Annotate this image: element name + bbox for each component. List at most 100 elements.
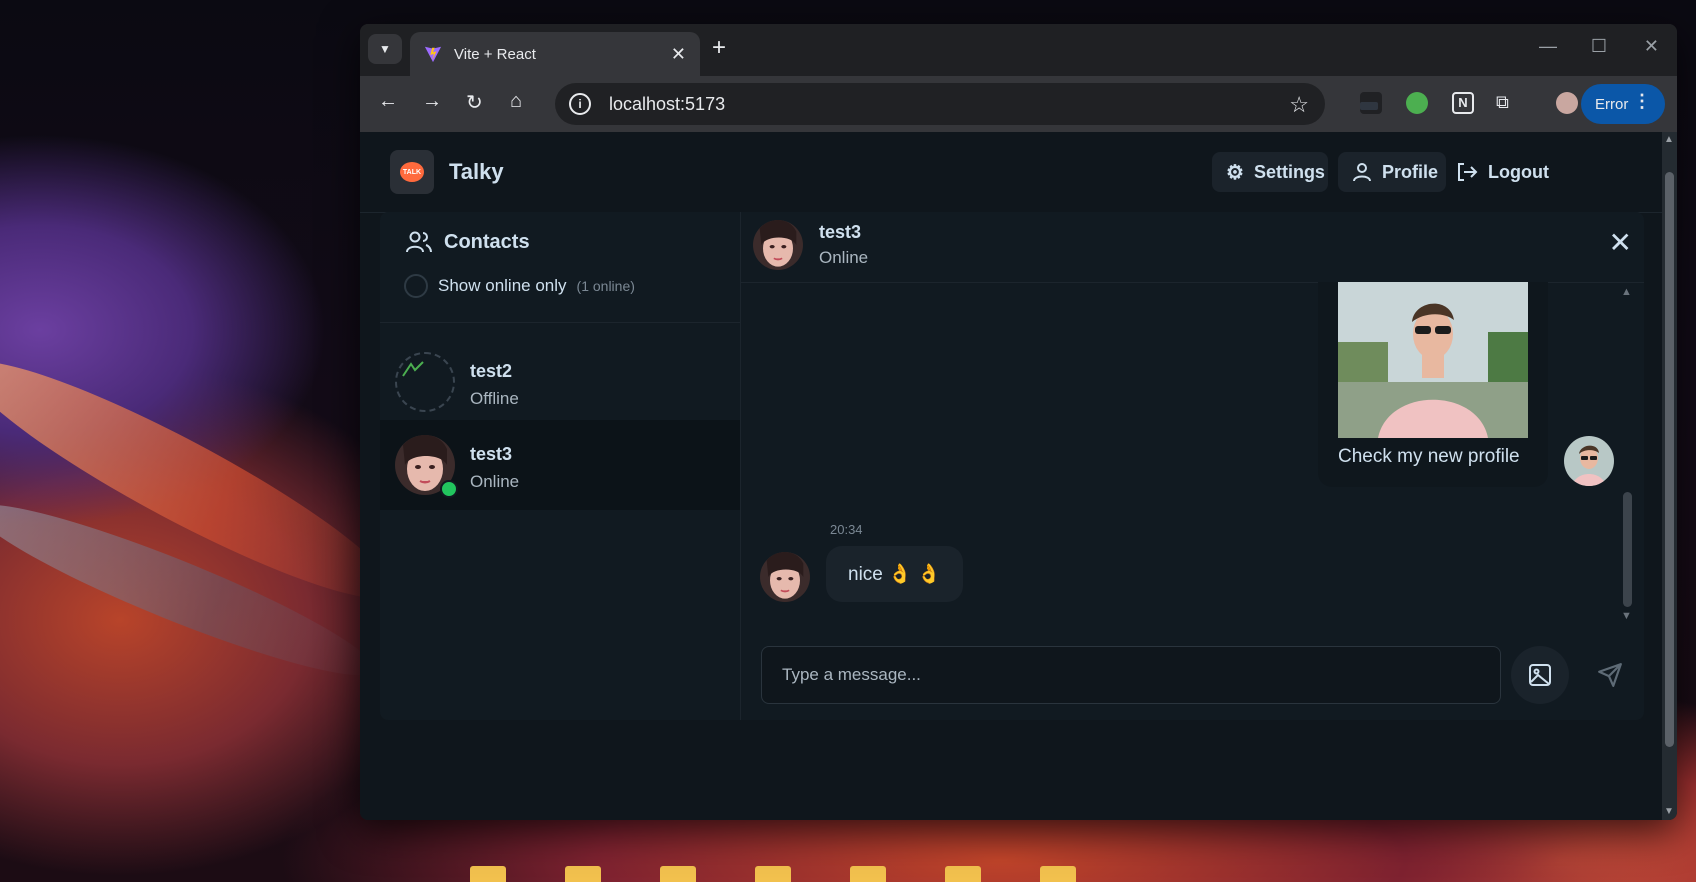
online-filter[interactable]: Show online only (1 online) [404,274,635,298]
bookmark-star-icon[interactable]: ☆ [1289,92,1309,118]
message-list: Check my new profile 20:34 nice 👌 👌 [741,282,1644,622]
vite-icon [424,46,442,63]
image-icon [1529,664,1551,686]
message-bubble-sent: Check my new profile [1318,282,1548,487]
scrollbar-thumb[interactable] [1623,492,1632,607]
chat-container: Contacts Show online only (1 online) tes… [380,212,1644,720]
message-text: nice 👌 👌 [848,564,941,585]
avatar [753,220,803,270]
new-tab-button[interactable]: + [712,34,726,62]
browser-tab[interactable]: Vite + React ✕ [410,32,700,76]
back-icon[interactable]: ← [378,90,398,113]
app-header: TALK Talky ⚙ Settings Profile Logout [360,132,1662,213]
logout-label: Logout [1488,161,1549,182]
folder-icon[interactable] [470,866,506,882]
attach-image-button[interactable] [1511,646,1569,704]
avatar [395,352,455,412]
extension-icon[interactable] [1360,92,1382,114]
scrollbar-thumb[interactable] [1665,172,1674,747]
avatar [1564,436,1614,486]
folder-icon[interactable] [850,866,886,882]
tab-strip: ▼ Vite + React ✕ + — ☐ ✕ [360,24,1677,76]
face-illustration [760,552,810,602]
contacts-sidebar: Contacts Show online only (1 online) tes… [380,212,741,720]
scroll-down-arrow-icon[interactable]: ▼ [1621,610,1632,622]
online-indicator [440,480,458,498]
browser-window: ▼ Vite + React ✕ + — ☐ ✕ ← → ↻ ⌂ i local… [360,24,1677,820]
minimize-icon[interactable]: — [1539,36,1557,57]
avatar [760,552,810,602]
logo-bubble-icon: TALK [400,162,424,182]
folder-icon[interactable] [565,866,601,882]
forward-icon[interactable]: → [422,90,442,113]
chat-panel: test3 Online ✕ Check my new profile 20:3… [741,212,1644,720]
contact-name: test3 [470,444,513,464]
page-scrollbar[interactable]: ▲ ▼ [1662,132,1677,820]
address-bar[interactable]: i localhost:5173 ☆ [555,83,1325,125]
folder-icon[interactable] [660,866,696,882]
profile-photo [1338,282,1528,438]
error-button[interactable]: Error ⋮ [1581,84,1665,124]
web-page: TALK Talky ⚙ Settings Profile Logout Con… [360,132,1662,820]
user-icon [1353,163,1371,182]
message-input[interactable] [761,646,1501,704]
message-image[interactable] [1338,282,1528,438]
chat-contact-status: Online [819,248,869,267]
scroll-down-arrow-icon[interactable]: ▼ [1664,806,1674,817]
notion-icon[interactable]: N [1452,92,1474,114]
tab-search-button[interactable]: ▼ [368,34,402,64]
profile-button[interactable]: Profile [1338,152,1446,192]
scroll-up-arrow-icon[interactable]: ▲ [1664,134,1674,145]
contact-name: test2 [470,361,513,381]
online-filter-checkbox[interactable] [404,274,428,298]
logout-icon [1458,163,1478,181]
online-filter-label: Show online only [438,276,567,295]
close-icon[interactable]: ✕ [1609,226,1632,259]
url-text: localhost:5173 [609,93,726,114]
folder-icon[interactable] [945,866,981,882]
message-text: Check my new profile [1338,446,1520,467]
app-logo[interactable]: TALK [390,150,434,194]
contacts-title: Contacts [444,230,530,253]
site-info-icon[interactable]: i [569,93,591,115]
contact-status: Offline [470,389,519,408]
brand-name: Talky [449,159,504,184]
chat-scrollbar[interactable]: ▲ ▼ [1620,282,1634,622]
chat-contact-name: test3 [819,222,862,242]
add-extension-icon[interactable] [1406,92,1428,114]
message-timestamp: 20:34 [830,522,863,537]
contact-item[interactable]: test2 Offline [380,337,740,427]
menu-dots-icon[interactable]: ⋮ [1633,91,1651,112]
contact-status: Online [470,472,520,491]
contact-item-selected[interactable]: test3 Online [380,420,740,510]
broken-image-icon [402,361,424,377]
chevron-down-icon: ▼ [379,42,391,56]
scroll-up-arrow-icon[interactable]: ▲ [1621,286,1632,298]
folder-icon[interactable] [755,866,791,882]
online-count: (1 online) [576,278,635,294]
tab-title: Vite + React [454,45,536,63]
sidebar-title: Contacts [406,230,530,254]
logout-button[interactable]: Logout [1456,152,1556,192]
home-icon[interactable]: ⌂ [510,90,522,113]
profile-label: Profile [1382,161,1439,182]
settings-label: Settings [1253,161,1325,182]
gear-icon: ⚙ [1226,161,1244,184]
maximize-icon[interactable]: ☐ [1591,36,1607,57]
send-button[interactable] [1581,646,1639,704]
face-illustration [753,220,803,270]
reload-icon[interactable]: ↻ [466,90,483,115]
users-icon [406,231,432,253]
message-composer [741,622,1644,720]
message-bubble-received: nice 👌 👌 [826,546,963,602]
error-label: Error [1595,95,1629,113]
puzzle-extensions-icon[interactable]: ⧉ [1496,92,1518,114]
profile-avatar-icon[interactable] [1556,92,1578,114]
settings-button[interactable]: ⚙ Settings [1212,152,1328,192]
chat-header: test3 Online ✕ [741,212,1644,283]
self-avatar-photo [1564,436,1614,486]
close-window-icon[interactable]: ✕ [1644,36,1659,57]
folder-icon[interactable] [1040,866,1076,882]
extension-glyph [1360,102,1378,110]
close-tab-icon[interactable]: ✕ [671,44,686,65]
